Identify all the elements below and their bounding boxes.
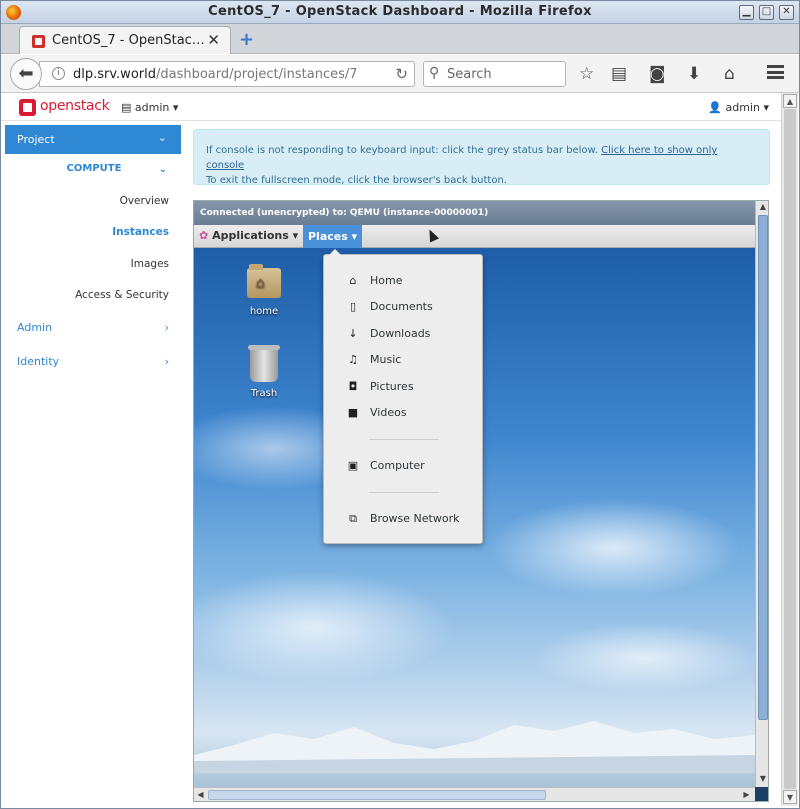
browser-tab[interactable]: CentOS_7 - OpenStac… ✕	[19, 26, 231, 54]
banner-line2: To exit the fullscreen mode, click the b…	[206, 175, 507, 186]
desktop-home-icon[interactable]: ⌂ home	[234, 264, 294, 317]
scroll-right-arrow[interactable]: ▶	[740, 789, 753, 801]
minimize-button[interactable]: ▁	[739, 5, 754, 20]
console-info-banner: If console is not responding to keyboard…	[193, 129, 770, 186]
menu-separator	[369, 492, 439, 493]
menu-item-computer[interactable]: ▣ Computer	[346, 459, 425, 472]
console-horizontal-scrollbar[interactable]: ◀ ▶	[194, 787, 755, 801]
close-window-button[interactable]: ✕	[779, 5, 794, 20]
openstack-header: openstack ▤ admin ▾ 👤 admin ▾	[1, 93, 781, 121]
folder-icon: ⌂	[247, 264, 281, 298]
new-tab-button[interactable]: +	[239, 29, 254, 50]
chevron-right-icon: ›	[164, 321, 169, 334]
tab-label: CentOS_7 - OpenStac…	[52, 33, 205, 48]
places-dropdown-menu: ⌂ Home ▯ Documents ↓ Downloads ♫ Music ◘ Pict…	[323, 249, 483, 544]
mountains-image	[194, 721, 755, 773]
places-menu[interactable]: Places ▾	[303, 225, 363, 248]
chevron-down-icon: ⌄	[158, 164, 167, 175]
page-scroll-up-arrow[interactable]: ▲	[783, 94, 797, 108]
pocket-icon[interactable]: ◙	[649, 64, 666, 84]
url-text[interactable]: dlp.srv.world/dashboard/project/instance…	[73, 67, 383, 82]
gnome-foot-icon: ✿	[199, 229, 209, 242]
applications-menu[interactable]: ✿ Applications ▾	[199, 229, 298, 242]
home-icon[interactable]: ⌂	[724, 64, 735, 84]
sidebar-item-instances[interactable]: Instances	[112, 226, 169, 238]
close-tab-icon[interactable]: ✕	[207, 31, 220, 49]
sidebar-compute-label: COMPUTE	[66, 163, 122, 174]
scroll-up-arrow[interactable]: ▲	[756, 201, 768, 214]
desktop-home-label: home	[249, 306, 279, 317]
search-placeholder: Search	[447, 67, 492, 82]
download-icon: ↓	[348, 327, 358, 340]
title-bar: CentOS_7 - OpenStack Dashboard - Mozilla…	[1, 1, 799, 24]
console-hscroll-thumb[interactable]	[208, 790, 546, 800]
sidebar-compute[interactable]: COMPUTE ⌄	[5, 163, 181, 175]
navigation-bar: i dlp.srv.world/dashboard/project/instan…	[1, 55, 799, 93]
page-scroll-thumb[interactable]	[784, 109, 796, 789]
sidebar-item-images[interactable]: Images	[131, 258, 169, 270]
menu-item-documents[interactable]: ▯ Documents	[346, 300, 433, 313]
sidebar-admin-label: Admin	[17, 321, 53, 334]
desktop-trash-label: Trash	[250, 388, 278, 399]
search-input[interactable]: ⚲ Search	[423, 61, 566, 87]
places-label: Places	[308, 230, 348, 243]
info-icon[interactable]: i	[52, 67, 65, 80]
bookmark-star-icon[interactable]: ☆	[579, 64, 594, 84]
menu-item-videos[interactable]: ■ Videos	[346, 406, 407, 419]
console-status-bar[interactable]: Connected (unencrypted) to: QEMU (instan…	[194, 201, 755, 225]
menu-item-music[interactable]: ♫ Music	[346, 353, 401, 366]
document-icon: ▯	[349, 300, 357, 313]
download-arrow-icon[interactable]: ⬇	[687, 64, 701, 84]
banner-line1: If console is not responding to keyboard…	[206, 145, 598, 156]
music-icon: ♫	[348, 353, 358, 366]
video-icon: ■	[347, 406, 359, 419]
sidebar-identity-label: Identity	[17, 355, 60, 368]
console-vertical-scrollbar[interactable]: ▲ ▼	[755, 201, 768, 787]
menu-separator	[369, 439, 439, 440]
firefox-window: CentOS_7 - OpenStack Dashboard - Mozilla…	[0, 0, 800, 809]
house-icon: ⌂	[349, 274, 357, 287]
maximize-button[interactable]: □	[759, 5, 774, 20]
sidebar-item-identity[interactable]: Identity ›	[17, 355, 169, 368]
url-bar[interactable]: i dlp.srv.world/dashboard/project/instan…	[39, 61, 415, 87]
window-title: CentOS_7 - OpenStack Dashboard - Mozilla…	[208, 4, 592, 19]
desktop-trash-icon[interactable]: Trash	[234, 345, 294, 399]
menu-item-browse-network[interactable]: ⧉ Browse Network	[346, 512, 459, 526]
chevron-right-icon: ›	[164, 355, 169, 368]
sidebar-item-overview[interactable]: Overview	[120, 195, 169, 207]
sidebar-item-admin[interactable]: Admin ›	[17, 321, 169, 334]
camera-icon: ◘	[348, 380, 358, 393]
page-scroll-down-arrow[interactable]: ▼	[783, 790, 797, 804]
openstack-brand[interactable]: openstack	[40, 98, 110, 114]
openstack-favicon	[32, 35, 45, 48]
chevron-down-icon: ⌄	[157, 131, 167, 144]
sidebar: Project ⌄ COMPUTE ⌄ Overview Instances I…	[5, 125, 181, 525]
search-icon: ⚲	[429, 65, 440, 81]
back-button[interactable]: ⬅	[10, 58, 42, 90]
reload-icon[interactable]: ↻	[395, 65, 408, 83]
user-menu[interactable]: 👤 admin ▾	[708, 101, 769, 114]
tab-strip: CentOS_7 - OpenStac… ✕ +	[1, 24, 799, 54]
project-selector[interactable]: ▤ admin ▾	[121, 101, 178, 114]
menu-item-downloads[interactable]: ↓ Downloads	[346, 327, 430, 340]
sidebar-project[interactable]: Project ⌄	[5, 125, 181, 154]
reading-list-icon[interactable]: ▤	[611, 64, 627, 84]
gnome-top-panel: ✿ Applications ▾ Places ▾	[194, 225, 755, 248]
vnc-console[interactable]: Connected (unencrypted) to: QEMU (instan…	[193, 200, 769, 802]
page-content: openstack ▤ admin ▾ 👤 admin ▾ Project ⌄ …	[1, 93, 781, 806]
trash-icon	[248, 345, 280, 382]
computer-icon: ▣	[347, 459, 359, 472]
menu-item-pictures[interactable]: ◘ Pictures	[346, 380, 414, 393]
sidebar-project-label: Project	[17, 133, 55, 146]
applications-label: Applications	[212, 229, 289, 242]
menu-hamburger-icon[interactable]	[767, 65, 784, 79]
network-icon: ⧉	[349, 512, 357, 525]
scroll-down-arrow[interactable]: ▼	[756, 773, 768, 786]
menu-item-home[interactable]: ⌂ Home	[346, 274, 403, 287]
openstack-logo-icon[interactable]	[19, 99, 36, 116]
console-vscroll-thumb[interactable]	[758, 215, 768, 720]
scroll-left-arrow[interactable]: ◀	[194, 789, 207, 801]
sidebar-item-access-security[interactable]: Access & Security	[75, 289, 169, 301]
page-vertical-scrollbar[interactable]: ▲ ▼	[781, 93, 798, 806]
